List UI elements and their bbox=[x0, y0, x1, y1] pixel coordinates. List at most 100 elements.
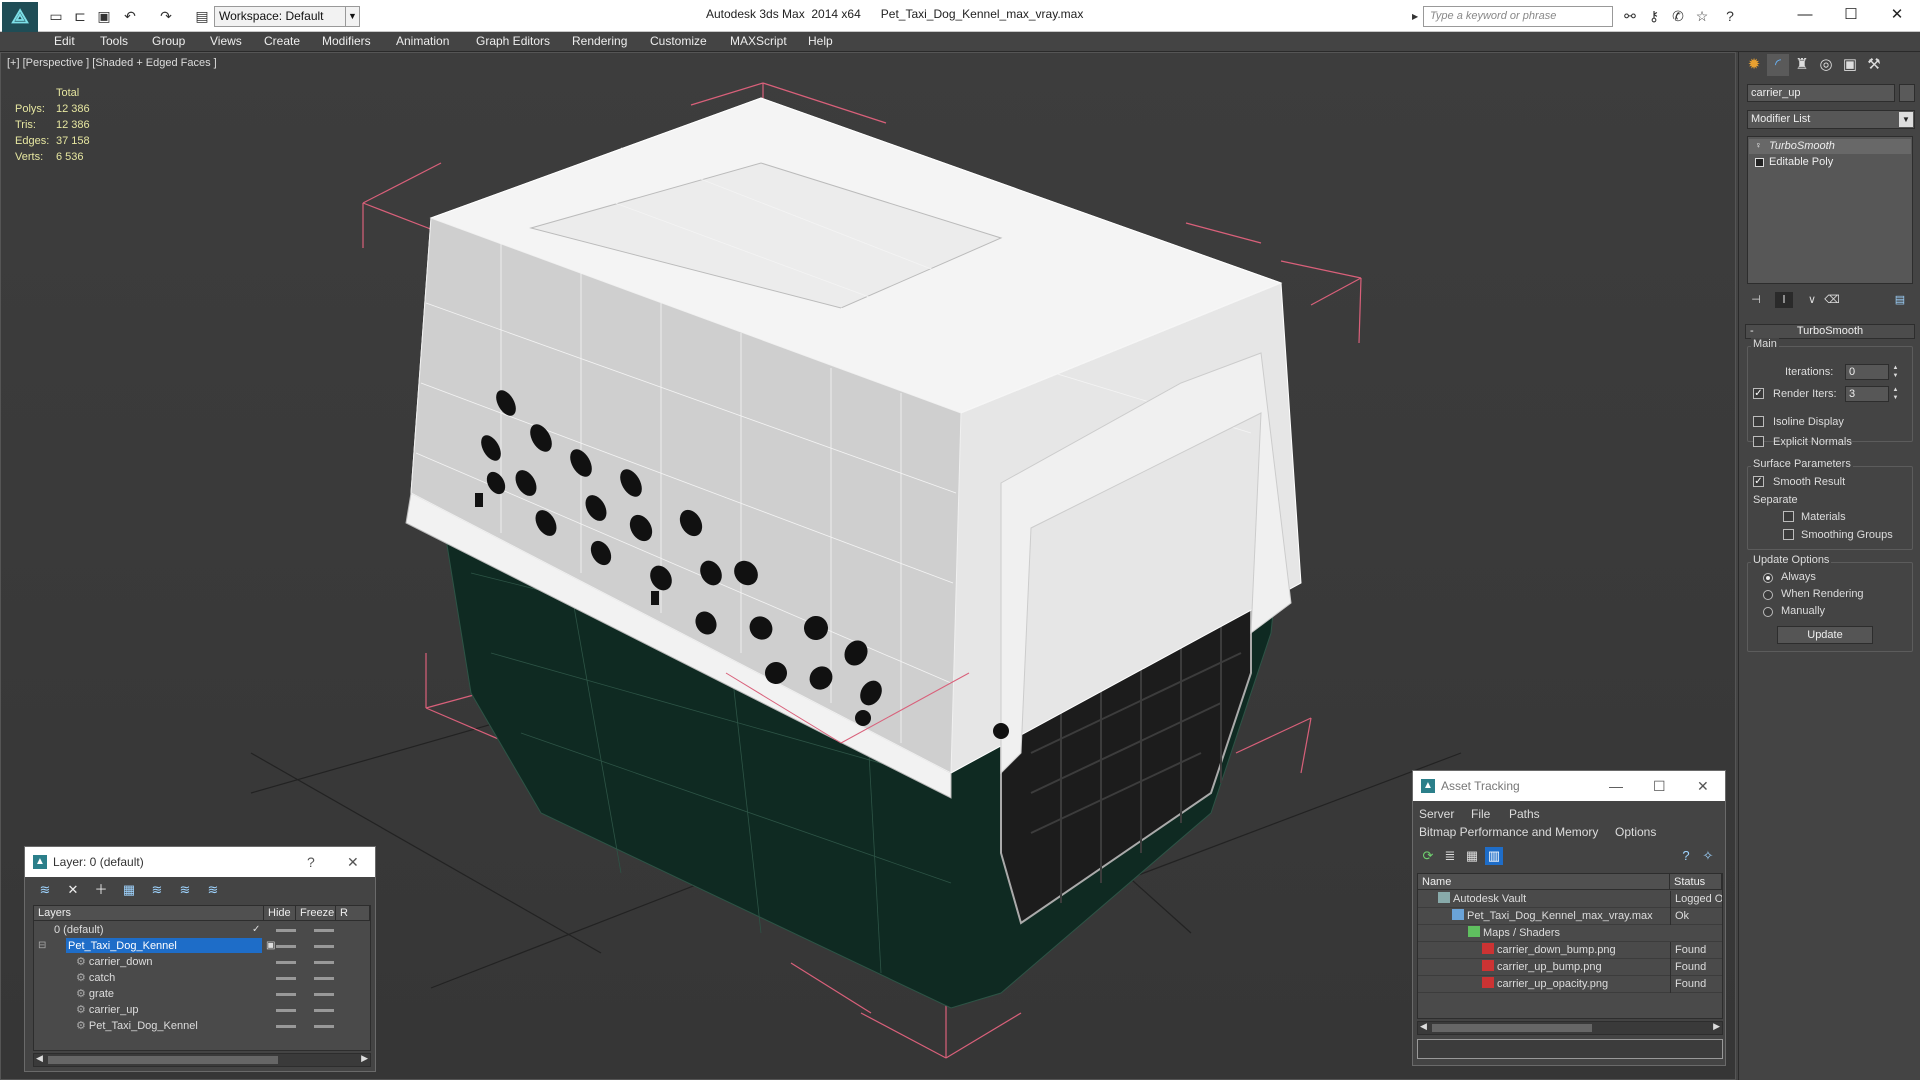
manually-radio[interactable] bbox=[1763, 607, 1773, 617]
thumbnail-view-icon[interactable]: ▦ bbox=[1463, 847, 1481, 865]
utilities-tab-icon[interactable]: ⚒ bbox=[1863, 54, 1885, 76]
open-file-icon[interactable]: ⊏ bbox=[70, 6, 90, 26]
freeze-toggle[interactable]: ▬▬ bbox=[314, 1002, 334, 1018]
favorites-star-icon[interactable]: ☆ bbox=[1692, 6, 1712, 26]
help-icon[interactable]: ? bbox=[1720, 6, 1740, 26]
menu-edit[interactable]: Edit bbox=[54, 34, 75, 48]
asset-row[interactable]: carrier_up_opacity.png Found bbox=[1418, 976, 1722, 993]
freeze-toggle[interactable]: ▬▬ bbox=[314, 922, 334, 938]
column-header-freeze[interactable]: Freeze bbox=[296, 906, 336, 921]
add-to-layer-icon[interactable]: ＋ bbox=[91, 881, 111, 899]
menu-create[interactable]: Create bbox=[264, 34, 300, 48]
menu-file[interactable]: File bbox=[1471, 807, 1490, 821]
explicit-normals-checkbox[interactable] bbox=[1753, 436, 1764, 447]
layer-row[interactable]: 0 (default) ✓ ▬▬ ▬▬ bbox=[34, 922, 370, 938]
layer-object-row[interactable]: ⚙ carrier_up ▬▬ ▬▬ bbox=[34, 1002, 370, 1018]
viewport-label[interactable]: [+] [Perspective ] [Shaded + Edged Faces… bbox=[7, 57, 217, 69]
help-icon[interactable]: ? bbox=[1677, 847, 1695, 865]
layer-object-row[interactable]: ⚙ catch ▬▬ ▬▬ bbox=[34, 970, 370, 986]
stack-item-editable-poly[interactable]: Editable Poly bbox=[1749, 155, 1911, 170]
workspace-select[interactable]: Workspace: Default ▼ bbox=[214, 6, 360, 27]
collapse-icon[interactable]: ⊟ bbox=[38, 938, 46, 954]
maximize-icon[interactable]: ☐ bbox=[1828, 0, 1874, 32]
isoline-display-checkbox[interactable] bbox=[1753, 416, 1764, 427]
hierarchy-tab-icon[interactable]: ♜ bbox=[1791, 54, 1813, 76]
new-file-icon[interactable]: ▭ bbox=[46, 6, 66, 26]
freeze-toggle[interactable]: ▬▬ bbox=[314, 986, 334, 1002]
menu-modifiers[interactable]: Modifiers bbox=[322, 34, 371, 48]
stack-item-turbosmooth[interactable]: ♀ TurboSmooth bbox=[1749, 139, 1911, 154]
create-layer-icon[interactable]: ≋ bbox=[35, 881, 55, 899]
close-icon[interactable]: ✕ bbox=[347, 847, 359, 877]
smoothing-groups-checkbox[interactable] bbox=[1783, 529, 1794, 540]
delete-layer-icon[interactable]: ✕ bbox=[63, 881, 83, 899]
scroll-left-icon[interactable]: ◀ bbox=[1420, 1021, 1427, 1032]
close-icon[interactable]: ✕ bbox=[1697, 771, 1709, 801]
layer-horizontal-scrollbar[interactable]: ◀ ▶ bbox=[33, 1053, 371, 1067]
search-expand-icon[interactable]: ▶ bbox=[1412, 6, 1422, 27]
menu-server[interactable]: Server bbox=[1419, 807, 1454, 821]
search-input[interactable]: Type a keyword or phrase bbox=[1423, 6, 1613, 27]
object-color-swatch[interactable] bbox=[1899, 84, 1915, 102]
table-view-icon[interactable]: ▥ bbox=[1485, 847, 1503, 865]
save-file-icon[interactable]: ▣ bbox=[94, 6, 114, 26]
select-objects-icon[interactable]: ▦ bbox=[119, 881, 139, 899]
layer-object-row[interactable]: ⚙ carrier_down ▬▬ ▬▬ bbox=[34, 954, 370, 970]
hide-toggle[interactable]: ▬▬ bbox=[276, 986, 296, 1002]
freeze-all-layers-icon[interactable]: ≋ bbox=[203, 881, 223, 899]
minimize-icon[interactable]: — bbox=[1609, 771, 1623, 801]
scrollbar-thumb[interactable] bbox=[48, 1056, 278, 1064]
freeze-toggle[interactable]: ▬▬ bbox=[314, 1018, 334, 1034]
hide-toggle[interactable]: ▬▬ bbox=[276, 1018, 296, 1034]
column-header-render[interactable]: R bbox=[336, 906, 370, 921]
asset-row[interactable]: carrier_up_bump.png Found bbox=[1418, 959, 1722, 976]
render-iters-checkbox[interactable]: ✓ bbox=[1753, 388, 1764, 399]
list-view-icon[interactable]: ≣ bbox=[1441, 847, 1459, 865]
asset-dialog-titlebar[interactable]: ▲ Asset Tracking — ☐ ✕ bbox=[1413, 771, 1725, 801]
menu-rendering[interactable]: Rendering bbox=[572, 34, 627, 48]
object-name-field[interactable]: carrier_up bbox=[1747, 84, 1895, 102]
spinner-arrows-icon[interactable]: ▲ ▼ bbox=[1891, 364, 1900, 380]
column-header-status[interactable]: Status bbox=[1670, 874, 1722, 890]
remove-modifier-icon[interactable]: ⌫ bbox=[1823, 292, 1841, 308]
pin-stack-icon[interactable]: ⊣ bbox=[1747, 292, 1765, 308]
menu-options[interactable]: Options bbox=[1615, 825, 1656, 839]
layer-object-row[interactable]: ⚙ Pet_Taxi_Dog_Kennel ▬▬ ▬▬ bbox=[34, 1018, 370, 1034]
menu-bitmap-performance[interactable]: Bitmap Performance and Memory bbox=[1419, 825, 1598, 839]
menu-customize[interactable]: Customize bbox=[650, 34, 707, 48]
asset-row[interactable]: Pet_Taxi_Dog_Kennel_max_vray.max Ok bbox=[1418, 908, 1722, 925]
menu-maxscript[interactable]: MAXScript bbox=[730, 34, 787, 48]
materials-checkbox[interactable] bbox=[1783, 511, 1794, 522]
smooth-result-checkbox[interactable]: ✓ bbox=[1753, 476, 1764, 487]
scroll-left-icon[interactable]: ◀ bbox=[36, 1053, 43, 1064]
menu-group[interactable]: Group bbox=[152, 34, 185, 48]
when-rendering-radio[interactable] bbox=[1763, 590, 1773, 600]
hide-toggle[interactable]: ▬▬ bbox=[276, 1002, 296, 1018]
layer-row-selected[interactable]: ⊟ Pet_Taxi_Dog_Kennel ▣ ▬▬ ▬▬ bbox=[34, 938, 370, 954]
modifier-list-dropdown[interactable]: Modifier List ▼ bbox=[1747, 110, 1915, 129]
update-button[interactable]: Update bbox=[1777, 626, 1873, 644]
asset-row[interactable]: Maps / Shaders bbox=[1418, 925, 1722, 942]
menu-views[interactable]: Views bbox=[210, 34, 242, 48]
project-folder-icon[interactable]: ▤ bbox=[192, 6, 212, 26]
scroll-right-icon[interactable]: ▶ bbox=[1713, 1021, 1720, 1032]
make-unique-icon[interactable]: ∨ bbox=[1803, 292, 1821, 308]
freeze-toggle[interactable]: ▬▬ bbox=[314, 970, 334, 986]
column-header-hide[interactable]: Hide bbox=[264, 906, 296, 921]
minimize-icon[interactable]: — bbox=[1782, 0, 1828, 32]
freeze-toggle[interactable]: ▬▬ bbox=[314, 938, 334, 954]
menu-graph-editors[interactable]: Graph Editors bbox=[476, 34, 550, 48]
hide-toggle[interactable]: ▬▬ bbox=[276, 938, 296, 954]
configure-modifier-sets-icon[interactable]: ▤ bbox=[1891, 292, 1909, 308]
iterations-spinner[interactable]: 0 bbox=[1845, 364, 1889, 380]
always-radio[interactable] bbox=[1763, 573, 1773, 583]
communication-icon[interactable]: ✆ bbox=[1668, 6, 1688, 26]
expand-icon[interactable] bbox=[1755, 158, 1764, 167]
turbosmooth-rollout-header[interactable]: - TurboSmooth bbox=[1745, 324, 1915, 339]
asset-row[interactable]: carrier_down_bump.png Found bbox=[1418, 942, 1722, 959]
show-end-result-icon[interactable]: Ⅰ bbox=[1775, 292, 1793, 308]
asset-path-field[interactable] bbox=[1417, 1039, 1723, 1059]
column-header-layers[interactable]: Layers bbox=[34, 906, 264, 921]
menu-tools[interactable]: Tools bbox=[100, 34, 128, 48]
app-logo-icon[interactable]: ⟁ bbox=[2, 2, 38, 32]
